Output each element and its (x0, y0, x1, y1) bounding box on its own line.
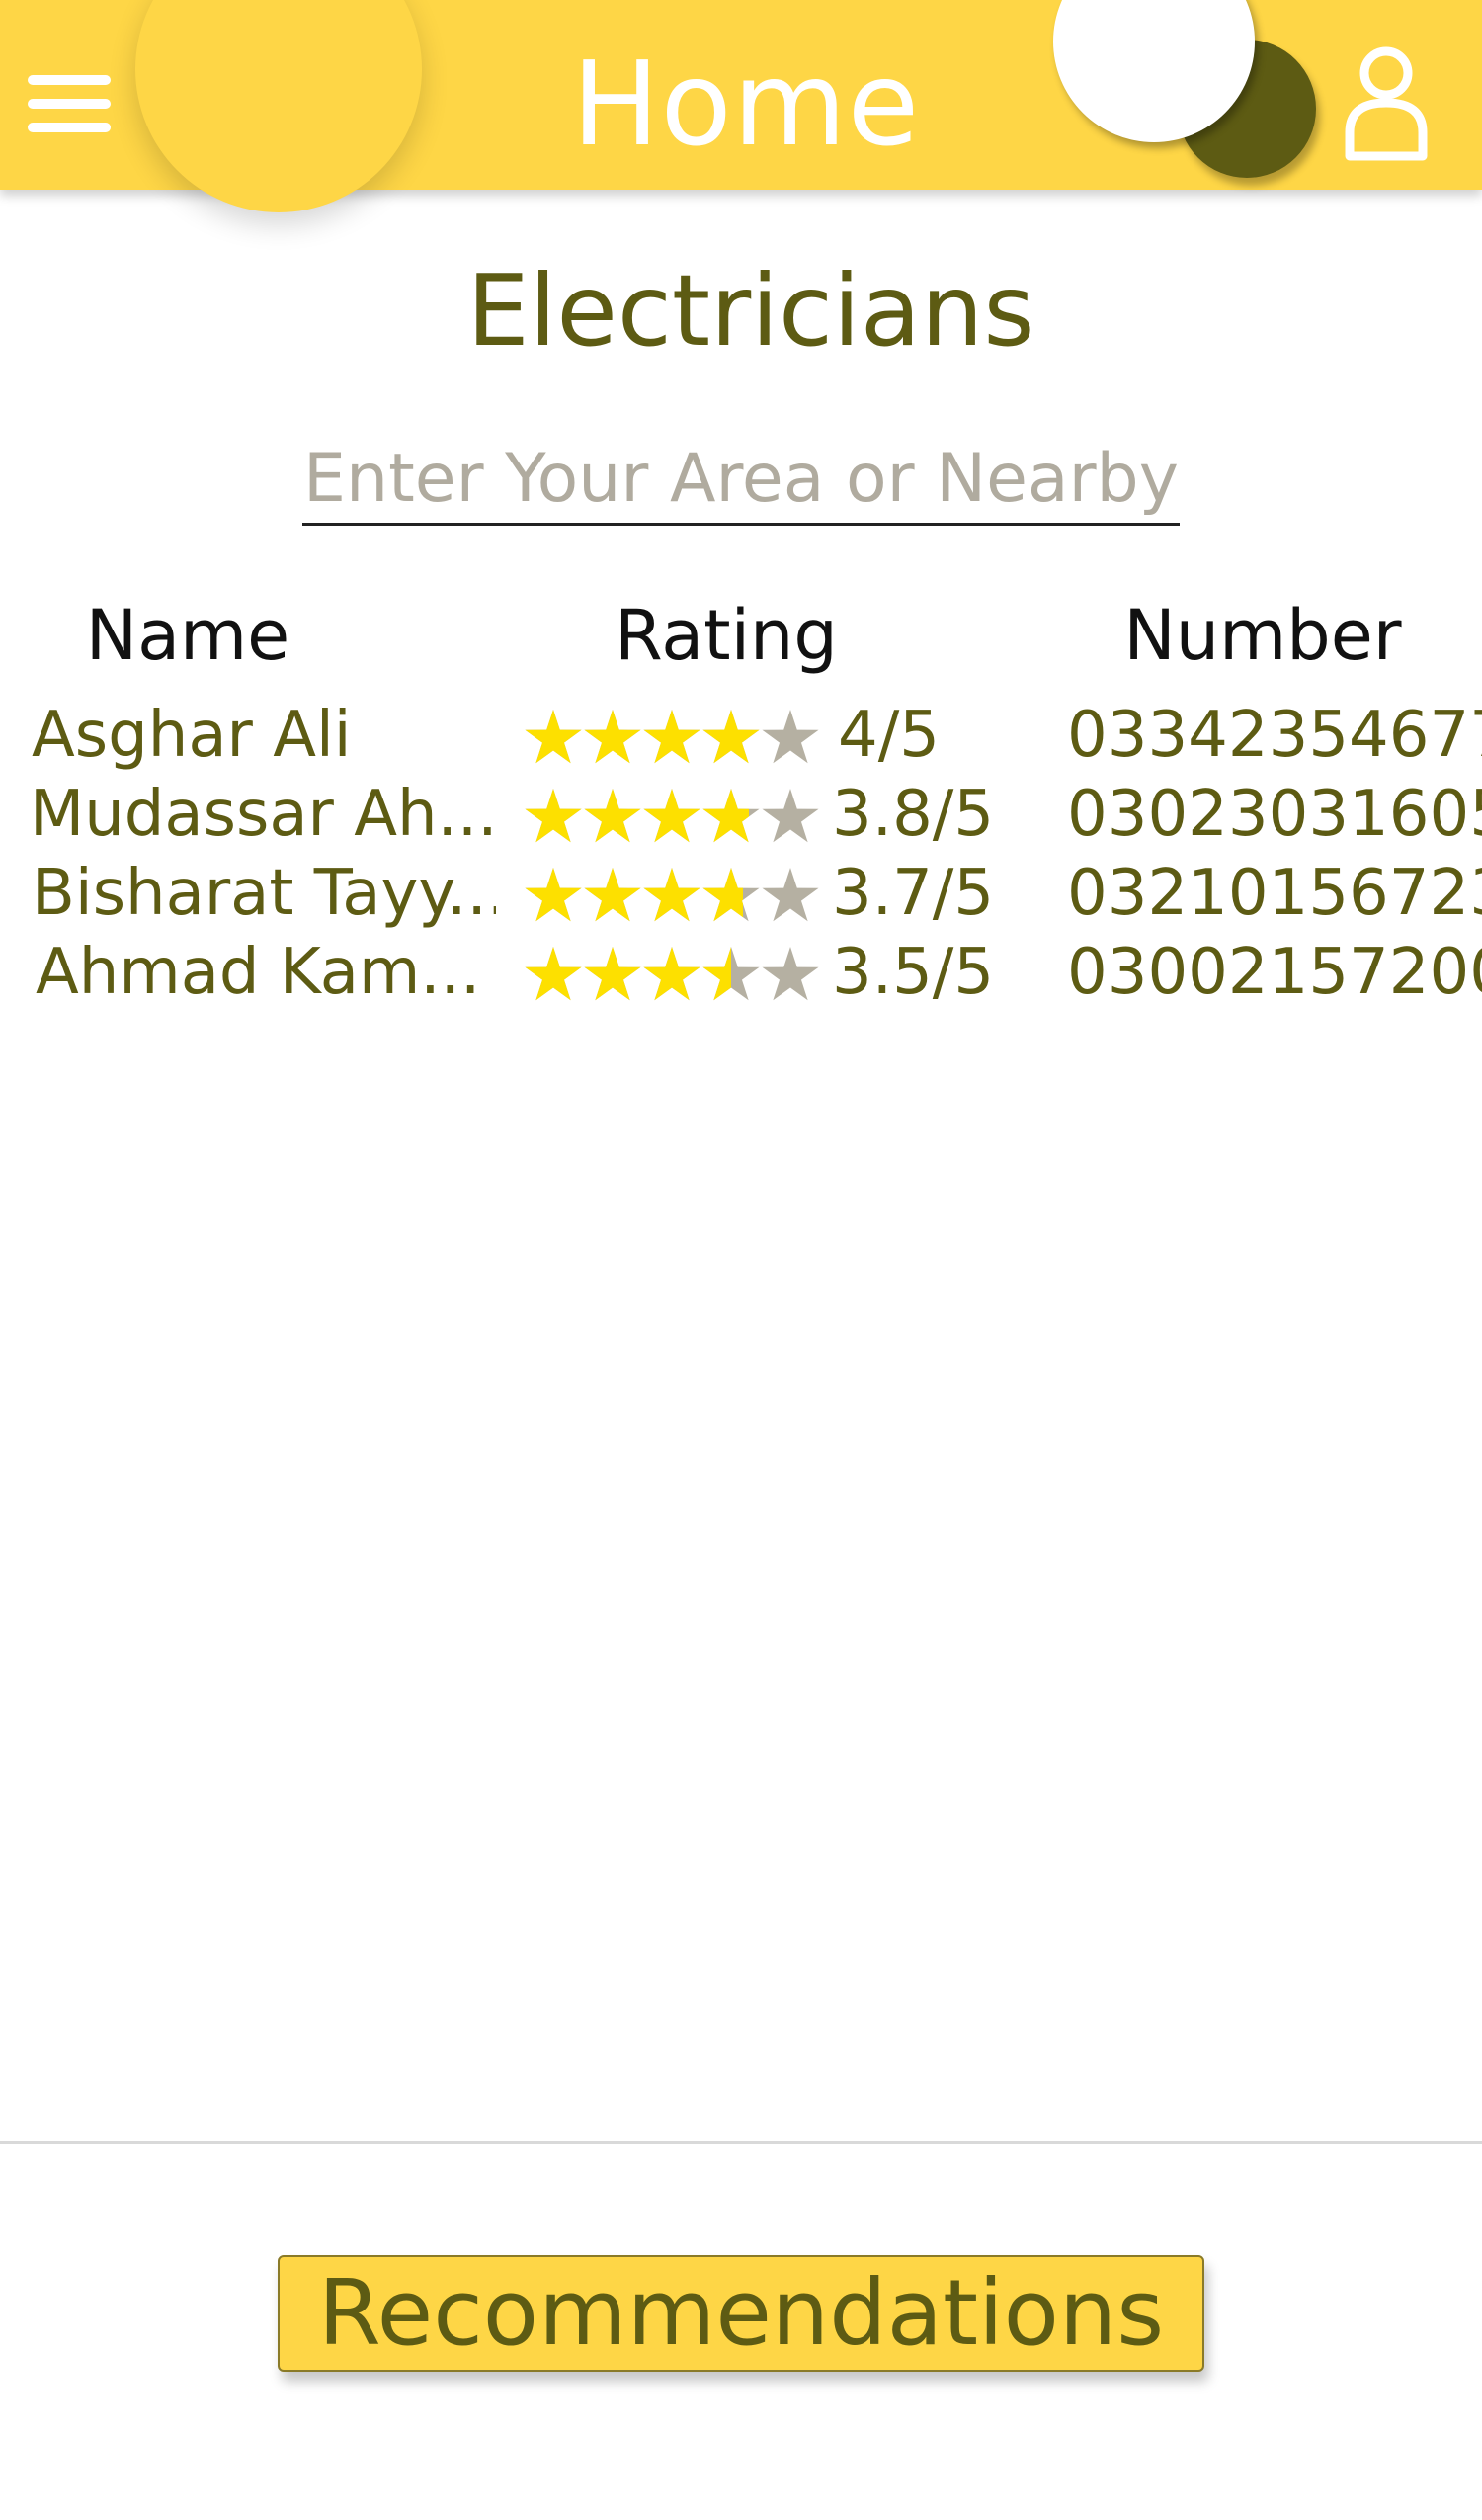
table-row[interactable]: Asghar Ali 4/5 03342354677 (0, 696, 1482, 775)
rating-score: 3.5/5 (832, 936, 995, 1009)
recommendations-button[interactable]: Recommendations (278, 2255, 1204, 2372)
star-icon (643, 789, 700, 843)
electrician-name: Ahmad Kam... (36, 936, 481, 1009)
rating-score: 3.8/5 (832, 778, 995, 851)
star-icon (762, 789, 819, 843)
phone-number[interactable]: 03002157200 (1067, 933, 1482, 1012)
star-icon (584, 868, 641, 922)
star-rating (524, 787, 820, 846)
star-icon (525, 789, 582, 843)
electrician-name: Mudassar Ah... (30, 778, 494, 851)
electrician-name: Bisharat Tayy... (32, 857, 496, 930)
rating-score: 3.7/5 (832, 857, 995, 930)
star-icon (525, 868, 582, 922)
star-icon (584, 710, 641, 764)
electrician-name: Asghar Ali (32, 699, 352, 772)
star-icon (525, 710, 582, 764)
page-title: Electricians (466, 253, 1035, 369)
star-icon (643, 947, 700, 1001)
star-icon (702, 789, 760, 843)
phone-number[interactable]: 03342354677 (1067, 696, 1482, 775)
star-icon (762, 710, 819, 764)
rating-score: 4/5 (838, 699, 940, 772)
star-rating (524, 708, 820, 767)
star-icon (525, 947, 582, 1001)
table-row[interactable]: Mudassar Ah... 3.8/5 03023031605 (0, 775, 1482, 854)
table-row[interactable]: Bisharat Tayy... 3.7/5 03210156723 (0, 854, 1482, 933)
star-rating (524, 866, 820, 925)
star-rating (524, 945, 820, 1004)
star-icon (643, 868, 700, 922)
column-header-number: Number (1123, 595, 1402, 676)
area-search-input[interactable] (302, 435, 1180, 526)
column-header-rating: Rating (615, 595, 838, 676)
star-icon (584, 947, 641, 1001)
footer-divider (0, 2141, 1482, 2144)
phone-number[interactable]: 03210156723 (1067, 854, 1482, 933)
star-icon (702, 710, 760, 764)
star-icon (643, 710, 700, 764)
app-header: Home (0, 0, 1482, 212)
star-icon (702, 868, 760, 922)
phone-number[interactable]: 03023031605 (1067, 775, 1482, 854)
star-icon (702, 947, 760, 1001)
profile-button[interactable] (1342, 45, 1431, 164)
star-icon (762, 947, 819, 1001)
star-icon (762, 868, 819, 922)
column-header-name: Name (85, 595, 290, 676)
user-profile-icon (1345, 46, 1428, 161)
star-icon (584, 789, 641, 843)
table-row[interactable]: Ahmad Kam... 3.5/5 03002157200 (0, 933, 1482, 1012)
